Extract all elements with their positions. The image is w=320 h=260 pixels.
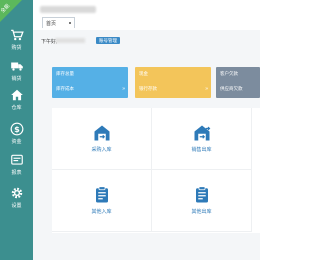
stat-card-subtitle: 银行存款 (139, 86, 157, 91)
sidebar: 全能 购货 销货 仓库 $ 资金 报表 设置 (0, 0, 33, 260)
stat-card-title: 库存总量 (56, 71, 74, 76)
stat-card-subtitle: 供应商欠款 (220, 86, 243, 91)
action-sales-out[interactable]: 销售出库 (152, 108, 252, 170)
tab-menu-icon[interactable] (69, 22, 71, 24)
warehouse-out-icon (194, 125, 210, 141)
sidebar-item-reports[interactable]: 报表 (0, 147, 33, 181)
account-manage-button[interactable]: 账号管理 (96, 37, 120, 44)
sidebar-item-label: 资金 (11, 138, 22, 145)
tab-label: 首页 (46, 21, 57, 27)
chevron-right-icon: » (205, 86, 208, 92)
svg-text:$: $ (14, 123, 20, 133)
action-purchase-in[interactable]: 采购入库 (52, 108, 152, 170)
dollar-icon: $ (10, 122, 23, 135)
stat-card-subtitle: 库存成本 (56, 86, 74, 91)
sidebar-item-settings[interactable]: 设置 (0, 180, 33, 214)
action-label: 其他出库 (191, 209, 212, 215)
gear-icon (11, 187, 22, 198)
house-icon (10, 89, 23, 100)
action-other-in[interactable]: 其他入库 (52, 170, 152, 232)
stat-card-title: 客户欠款 (220, 71, 238, 76)
clipboard-out-icon (195, 186, 208, 203)
sidebar-item-funds[interactable]: $ 资金 (0, 116, 33, 150)
quick-actions-panel: 采购入库 销售出库 其他入库 其他出库 (52, 108, 260, 233)
chevron-right-icon: » (122, 86, 125, 92)
sidebar-item-label: 销货 (11, 75, 22, 82)
sidebar-item-label: 设置 (11, 202, 22, 209)
report-icon (10, 154, 23, 165)
app-title-redacted (40, 6, 96, 13)
stat-card-title: 现金 (139, 71, 148, 76)
action-label: 采购入库 (91, 147, 112, 153)
sidebar-item-label: 购货 (11, 44, 22, 51)
warehouse-in-icon (94, 125, 109, 141)
action-other-out[interactable]: 其他出库 (152, 170, 252, 232)
sidebar-item-purchase[interactable]: 购货 (0, 22, 33, 56)
sidebar-item-label: 报表 (11, 169, 22, 176)
action-label: 销售出库 (191, 147, 212, 153)
stat-card-receivables[interactable]: 客户欠款 供应商欠款 (216, 67, 260, 98)
truck-icon (10, 62, 23, 71)
clipboard-in-icon (95, 186, 108, 203)
action-label: 其他入库 (91, 209, 112, 215)
top-bar: 首页 (33, 0, 260, 30)
sidebar-item-label: 仓库 (11, 104, 22, 111)
cart-icon (10, 29, 24, 40)
username-redacted (55, 38, 85, 43)
stat-card-inventory[interactable]: 库存总量 库存成本 » (52, 67, 128, 98)
sidebar-item-warehouse[interactable]: 仓库 (0, 82, 33, 116)
stat-card-cash[interactable]: 现金 银行存款 » (135, 67, 211, 98)
